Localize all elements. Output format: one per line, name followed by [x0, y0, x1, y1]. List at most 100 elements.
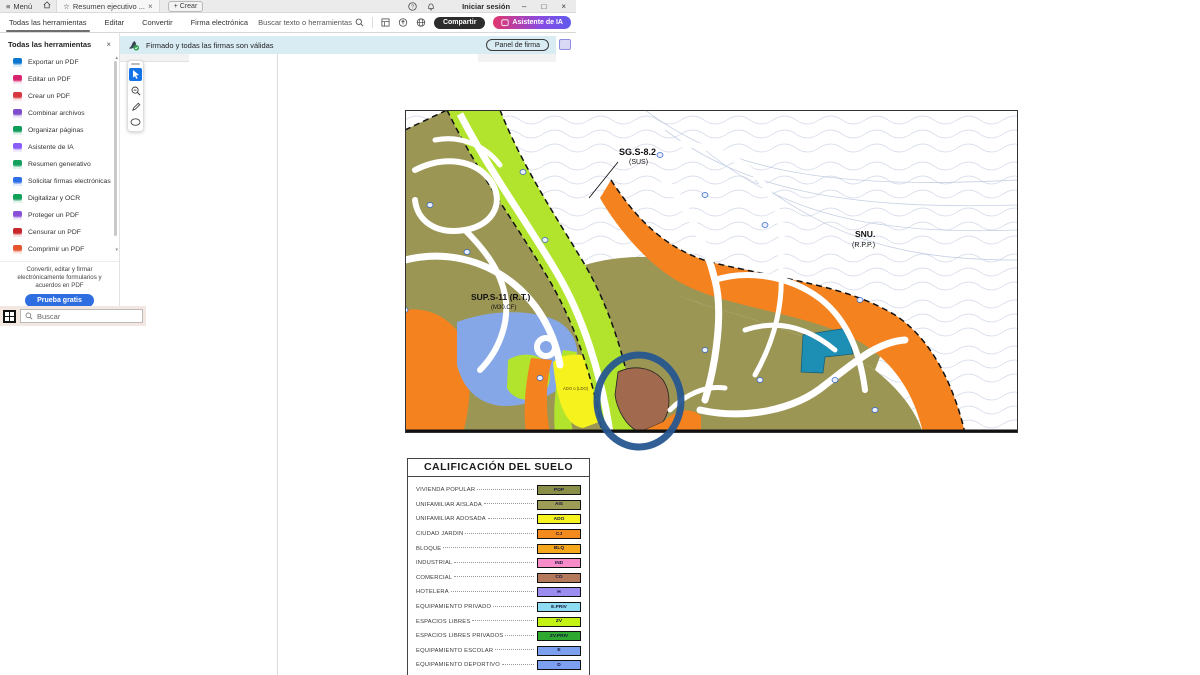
share-button[interactable]: Compartir [434, 17, 485, 29]
tool-item[interactable]: Asistente de IA [0, 139, 119, 156]
minimize-button[interactable]: – [519, 2, 529, 11]
legend-swatch: ADO [537, 514, 581, 524]
search-input[interactable]: Buscar texto o herramientas [258, 18, 364, 27]
hamburger-icon: ≡ [6, 2, 10, 11]
tab-close-icon[interactable]: × [148, 2, 153, 11]
taskbar-search-placeholder: Buscar [37, 312, 60, 321]
legend-label: EQUIPAMIENTO ESCOLAR [416, 648, 493, 654]
close-window-button[interactable]: × [558, 2, 569, 11]
tool-icon [13, 245, 22, 254]
legend-leader [488, 518, 534, 519]
legend-leader [477, 489, 534, 490]
ai-sparkle-icon [501, 19, 509, 27]
map-label-snu-sub: (R.P.P.) [852, 242, 875, 249]
legend-leader [443, 547, 534, 548]
tool-label: Proteger un PDF [28, 212, 79, 219]
legend-label: VIVIENDA POPULAR [416, 487, 475, 493]
all-tools-panel: Todas las herramientas × Exportar un PDF… [0, 33, 120, 306]
legend-swatch: ZV [537, 617, 581, 627]
tool-label: Comprimir un PDF [28, 246, 84, 253]
tool-item[interactable]: Crear un PDF [0, 88, 119, 105]
page-thumbnails-icon[interactable] [381, 18, 390, 27]
legend-label: HOTELERA [416, 589, 449, 595]
upload-share-icon[interactable] [398, 18, 408, 27]
tool-item[interactable]: Editar un PDF [0, 71, 119, 88]
favorite-star-icon[interactable]: ☆ [63, 2, 70, 11]
tool-label: Exportar un PDF [28, 59, 79, 66]
legend-row: EQUIPAMIENTO PRIVADOE.PRIV [416, 600, 581, 615]
map-label-yellow: ADO o (LDO) [563, 386, 589, 391]
legend-label: ESPACIOS LIBRES [416, 619, 470, 625]
panel-close-icon[interactable]: × [106, 40, 111, 49]
globe-print-icon[interactable] [416, 18, 426, 27]
svg-text:?: ? [411, 4, 414, 10]
legend-swatch: BLQ [537, 544, 581, 554]
toolbar-menu-firma-electrónica[interactable]: Firma electrónica [182, 13, 258, 32]
comment-tool-button[interactable] [129, 116, 142, 129]
start-button[interactable] [3, 310, 16, 323]
legend-row: UNIFAMILIAR ADOSADAADO [416, 512, 581, 527]
side-panel-icon[interactable] [559, 39, 571, 50]
map-label-sup-sub: (M30.CF) [491, 305, 516, 311]
tool-icon [13, 143, 22, 152]
tool-icon [13, 126, 22, 135]
legend-row: CIUDAD JARDINCJ [416, 527, 581, 542]
tool-label: Censurar un PDF [28, 229, 81, 236]
panel-scrollbar[interactable] [114, 61, 117, 236]
ai-assistant-button[interactable]: Asistente de IA [493, 16, 571, 29]
main-toolbar: Todas las herramientasEditarConvertirFir… [0, 13, 576, 33]
tool-item[interactable]: Proteger un PDF [0, 207, 119, 224]
toolbar-menu-editar[interactable]: Editar [96, 13, 134, 32]
legend-leader [505, 635, 534, 636]
tool-item[interactable]: Digitalizar y OCR [0, 190, 119, 207]
map-label-sg: SG.S-8.2 [619, 147, 656, 157]
legend-row: ESPACIOS LIBRES PRIVADOSZV.PRIV [416, 629, 581, 644]
tool-item[interactable]: Censurar un PDF [0, 224, 119, 241]
create-tab-button[interactable]: + Crear [168, 1, 204, 12]
ai-assistant-label: Asistente de IA [512, 19, 563, 26]
legend-swatch: D [537, 660, 581, 670]
taskbar-search-input[interactable]: Buscar [20, 309, 143, 323]
document-tab[interactable]: ☆ Resumen ejecutivo ... × [56, 0, 160, 12]
tool-item[interactable]: Comprimir un PDF [0, 241, 119, 258]
map-legend: CALIFICACIÓN DEL SUELO VIVIENDA POPULARP… [407, 458, 590, 675]
apps-grid-icon[interactable] [444, 2, 453, 11]
panel-scroll-down-icon[interactable]: ▾ [115, 247, 118, 253]
tool-label: Asistente de IA [28, 144, 74, 151]
home-button[interactable] [38, 0, 56, 12]
maximize-button[interactable]: □ [538, 2, 549, 11]
drag-handle[interactable] [131, 63, 140, 65]
tool-item[interactable]: Exportar un PDF [0, 54, 119, 71]
legend-row: VIVIENDA POPULARPOP [416, 483, 581, 498]
select-tool-button[interactable] [129, 68, 142, 81]
promo-text: Convertir, editar y firmar electrónicame… [0, 261, 119, 289]
signature-valid-icon [127, 39, 140, 51]
legend-label: BLOQUE [416, 546, 441, 552]
toolbar-menu-todas-las-herramientas[interactable]: Todas las herramientas [0, 13, 96, 32]
signature-panel-button[interactable]: Panel de firma [486, 39, 549, 51]
tool-item[interactable]: Solicitar firmas electrónicas [0, 173, 119, 190]
legend-leader [451, 591, 534, 592]
menu-button[interactable]: ≡ Menú [0, 0, 38, 12]
pen-tool-button[interactable] [129, 100, 142, 113]
create-label: Crear [180, 3, 198, 10]
legend-row: EQUIPAMIENTO ESCOLARE [416, 644, 581, 659]
legend-swatch: AIS [537, 500, 581, 510]
toolbar-menu-convertir[interactable]: Convertir [133, 13, 181, 32]
signature-message: Firmado y todas las firmas son válidas [146, 41, 274, 50]
notifications-bell-icon[interactable] [426, 2, 435, 11]
tool-item[interactable]: Organizar páginas [0, 122, 119, 139]
help-icon[interactable]: ? [408, 2, 417, 11]
signature-status-bar: Firmado y todas las firmas son válidas P… [120, 36, 556, 54]
legend-row: BLOQUE BLQ [416, 541, 581, 556]
map-label-sg-sub: (SUS) [629, 159, 648, 166]
divider [372, 17, 373, 28]
legend-leader [454, 562, 534, 563]
zoom-tool-button[interactable] [129, 84, 142, 97]
tool-item[interactable]: Combinar archivos [0, 105, 119, 122]
tool-label: Crear un PDF [28, 93, 70, 100]
tool-item[interactable]: Resumen generativo [0, 156, 119, 173]
legend-row: HOTELERAH [416, 585, 581, 600]
tool-label: Solicitar firmas electrónicas [28, 178, 111, 185]
sign-in-button[interactable]: Iniciar sesión [462, 2, 510, 11]
